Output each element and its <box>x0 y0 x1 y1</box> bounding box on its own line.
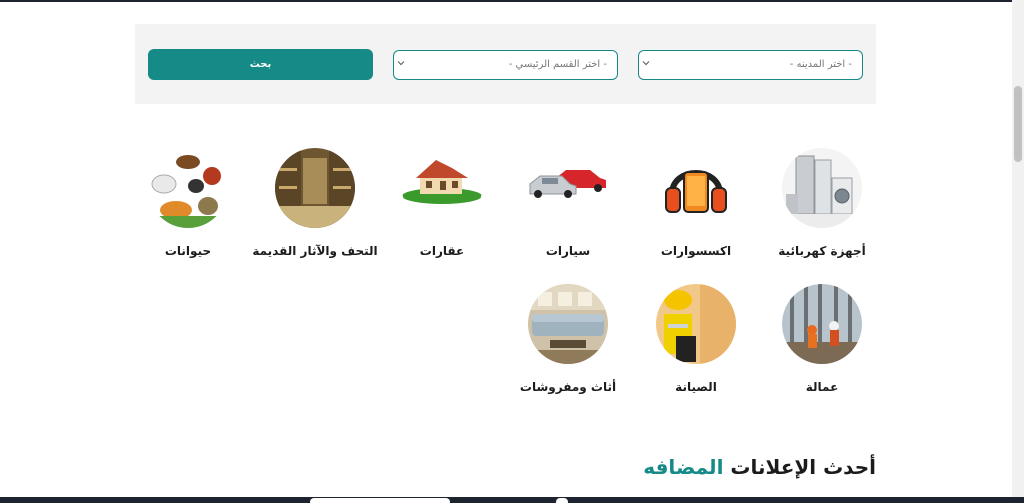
category-labor[interactable]: عمالة <box>752 284 892 394</box>
category-maintenance[interactable]: الصيانة <box>626 284 766 394</box>
city-select-placeholder: - اختر المدينه - <box>789 59 852 70</box>
category-label: حيوانات <box>164 244 212 258</box>
bottom-bar <box>0 497 1024 503</box>
category-label: أثاث ومفروشات <box>519 380 617 394</box>
workers-image <box>782 284 862 364</box>
category-label: اكسسوارات <box>660 244 732 258</box>
latest-ads-title-accent: المضافه <box>643 455 724 479</box>
category-furniture[interactable]: أثاث ومفروشات <box>498 284 638 394</box>
category-label: عقارات <box>419 244 465 258</box>
latest-ads-title: أحدث الإعلانات المضافه <box>643 455 876 479</box>
headphones-phone-image <box>656 148 736 228</box>
page-scrollbar[interactable] <box>1012 0 1024 503</box>
section-select[interactable]: - اختر القسم الرئيسي - <box>393 50 618 80</box>
bottom-bar-dot <box>556 498 568 503</box>
category-label: عمالة <box>805 380 839 394</box>
category-cars[interactable]: سيارات <box>498 148 638 258</box>
latest-ads-title-main: أحدث الإعلانات <box>730 455 876 479</box>
category-label: أجهزة كهربائية <box>778 244 866 258</box>
category-antiques[interactable]: التحف والآثار القديمة <box>245 148 385 258</box>
antiques-shop-image <box>275 148 355 228</box>
search-button[interactable]: بحث <box>148 49 373 80</box>
house-image <box>402 148 482 228</box>
chevron-down-icon <box>397 59 405 71</box>
animals-image <box>148 148 228 228</box>
category-appliances[interactable]: أجهزة كهربائية <box>752 148 892 258</box>
maintenance-worker-image <box>656 284 736 364</box>
bottom-bar-pill <box>310 498 450 503</box>
furniture-room-image <box>528 284 608 364</box>
search-panel: - اختر المدينه - - اختر القسم الرئيسي - … <box>135 24 876 104</box>
category-real-estate[interactable]: عقارات <box>372 148 512 258</box>
category-accessories[interactable]: اكسسوارات <box>626 148 766 258</box>
category-label: سيارات <box>545 244 591 258</box>
scrollbar-thumb[interactable] <box>1014 86 1022 162</box>
chevron-down-icon <box>642 59 650 71</box>
section-select-placeholder: - اختر القسم الرئيسي - <box>508 59 607 70</box>
top-border <box>0 0 1024 2</box>
category-label: التحف والآثار القديمة <box>252 244 378 258</box>
category-animals[interactable]: حيوانات <box>118 148 258 258</box>
city-select[interactable]: - اختر المدينه - <box>638 50 863 80</box>
appliances-image <box>782 148 862 228</box>
category-label: الصيانة <box>675 380 717 394</box>
cars-image <box>528 148 608 228</box>
